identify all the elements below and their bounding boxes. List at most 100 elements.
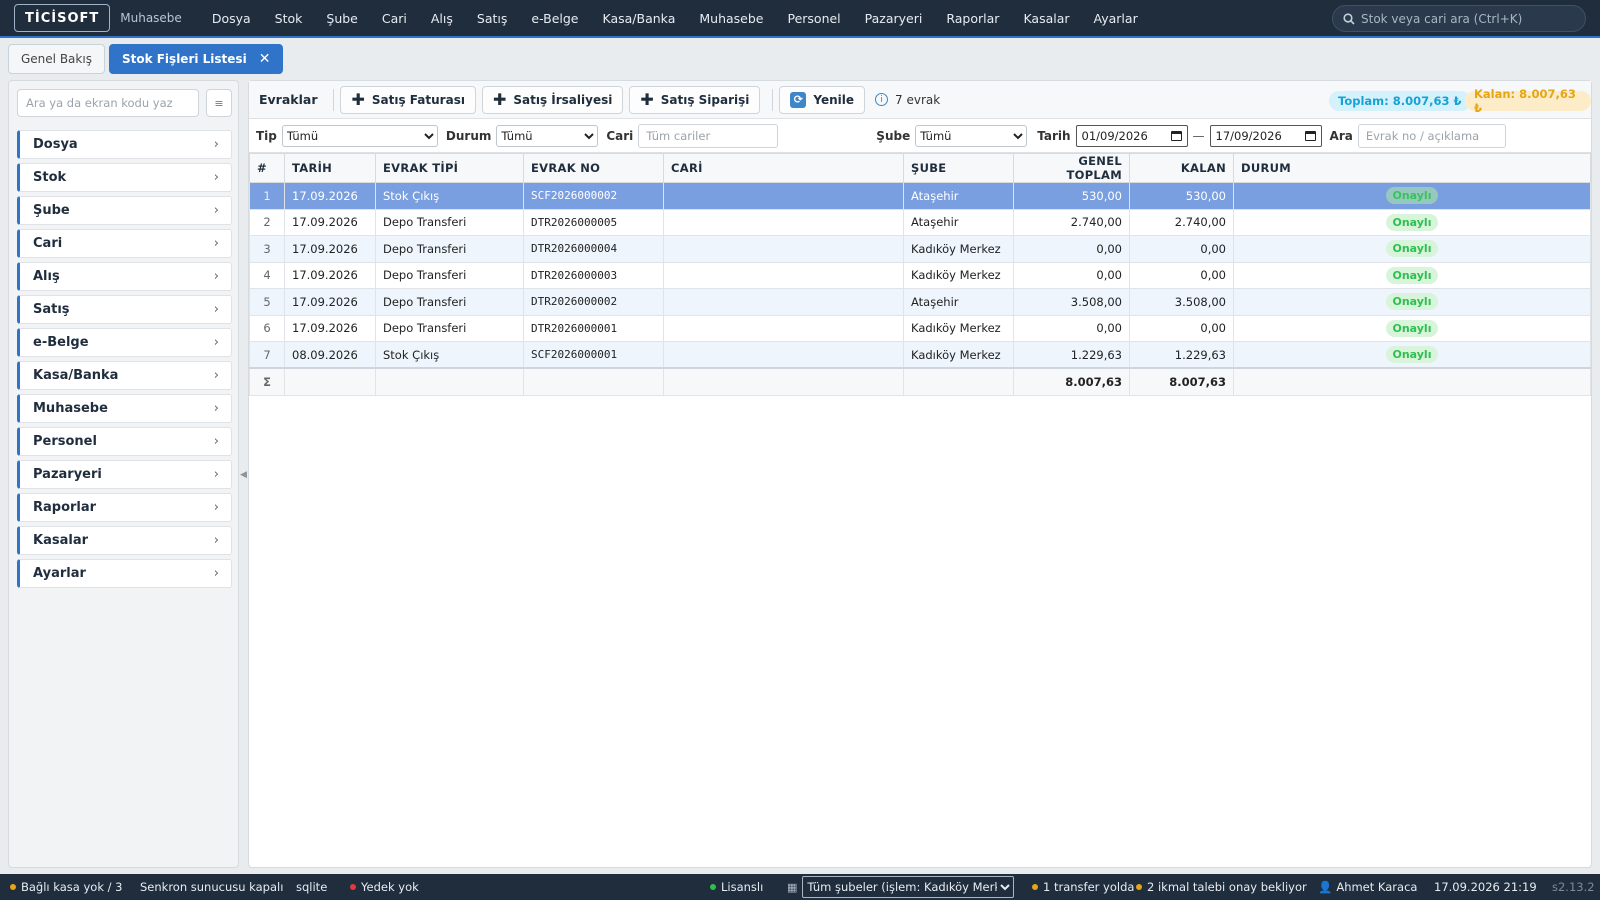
column-header[interactable]: EVRAK NO <box>523 153 664 183</box>
table-row[interactable]: 6 17.09.2026 Depo Transferi DTR202600000… <box>249 314 1591 342</box>
menu-raporlar[interactable]: Raporlar <box>934 11 1011 26</box>
menu-cari[interactable]: Cari <box>370 11 419 26</box>
sidebar-item-raporlar[interactable]: Raporlar › <box>17 493 232 522</box>
tab-genel-bakis[interactable]: Genel Bakış <box>8 44 105 74</box>
new-sales-waybill-button[interactable]: ✚ Satış İrsaliyesi <box>481 85 624 114</box>
menu-ayarlar[interactable]: Ayarlar <box>1082 11 1150 26</box>
global-search-input[interactable] <box>1361 11 1576 26</box>
menu-kasa-banka[interactable]: Kasa/Banka <box>591 11 688 26</box>
branch-filter-select[interactable]: Tümü <box>915 124 1028 147</box>
row-remaining: 3.508,00 <box>1129 288 1234 316</box>
menu-dosya[interactable]: Dosya <box>200 11 263 26</box>
row-date: 17.09.2026 <box>284 235 376 263</box>
filter-label-ara: Ara <box>1329 128 1353 143</box>
row-account <box>663 261 904 289</box>
chevron-right-icon: › <box>213 170 219 185</box>
sidebar-item-cari[interactable]: Cari › <box>17 229 232 258</box>
calendar-icon[interactable] <box>1170 130 1182 141</box>
calendar-icon[interactable] <box>1304 130 1316 141</box>
row-total: 0,00 <box>1013 261 1130 289</box>
new-sales-invoice-button[interactable]: ✚ Satış Faturası <box>340 85 476 114</box>
main-panel: Evraklar ✚ Satış Faturası ✚ Satış İrsaliye… <box>248 80 1592 868</box>
new-sales-order-button[interactable]: ✚ Satış Siparişi <box>629 85 761 114</box>
app-logo[interactable]: TİCİSOFT <box>14 4 111 32</box>
table-row[interactable]: 3 17.09.2026 Depo Transferi DTR202600000… <box>249 235 1591 263</box>
chevron-right-icon: › <box>213 434 219 449</box>
sidebar-item-alis[interactable]: Alış › <box>17 262 232 291</box>
row-branch: Kadıköy Merkez <box>903 261 1014 289</box>
column-header[interactable]: EVRAK TİPİ <box>375 153 524 183</box>
row-total: 3.508,00 <box>1013 288 1130 316</box>
filter-bar: Tip Tümü Durum Tümü Cari Şube Tümü Tarih… <box>249 119 1591 153</box>
menu-personel[interactable]: Personel <box>775 11 852 26</box>
column-header[interactable]: # <box>249 153 285 183</box>
status-user[interactable]: 👤 Ahmet Karaca <box>1318 880 1417 894</box>
column-header[interactable]: KALAN <box>1129 153 1234 183</box>
menu-ebelge[interactable]: e-Belge <box>519 11 590 26</box>
empty-cell <box>284 367 376 396</box>
column-header[interactable]: DURUM <box>1233 153 1591 183</box>
table-row[interactable]: 4 17.09.2026 Depo Transferi DTR202600000… <box>249 261 1591 289</box>
status-filter-select[interactable]: Tümü <box>496 124 599 147</box>
menu-stok[interactable]: Stok <box>263 11 315 26</box>
type-filter-select[interactable]: Tümü <box>281 124 438 147</box>
close-icon[interactable]: ✕ <box>259 51 271 67</box>
table-row[interactable]: 2 17.09.2026 Depo Transferi DTR202600000… <box>249 208 1591 236</box>
account-filter-input[interactable] <box>638 123 779 148</box>
row-account <box>663 314 904 342</box>
table-header-row: # TARİH EVRAK TİPİ EVRAK NO CARİ ŞUBE GE… <box>249 153 1591 183</box>
sidebar-item-personel[interactable]: Personel › <box>17 427 232 456</box>
table-row[interactable]: 1 17.09.2026 Stok Çıkış SCF2026000002 At… <box>249 182 1591 210</box>
status-dot-icon <box>710 884 716 890</box>
sidebar-item-kasa-banka[interactable]: Kasa/Banka › <box>17 361 232 390</box>
row-total: 1.229,63 <box>1013 341 1130 369</box>
sidebar-item-ayarlar[interactable]: Ayarlar › <box>17 559 232 588</box>
menu-satis[interactable]: Satış <box>465 11 519 26</box>
column-header[interactable]: ŞUBE <box>903 153 1014 183</box>
menu-kasalar[interactable]: Kasalar <box>1011 11 1081 26</box>
sidebar-item-ebelge[interactable]: e-Belge › <box>17 328 232 357</box>
sidebar-item-muhasebe[interactable]: Muhasebe › <box>17 394 232 423</box>
date-from-field[interactable]: 01/09/2026 <box>1075 124 1188 147</box>
row-date: 17.09.2026 <box>284 182 376 210</box>
sidebar-search-input[interactable] <box>17 89 199 117</box>
sidebar-item-label: Ayarlar <box>33 566 86 581</box>
chevron-right-icon: › <box>213 368 219 383</box>
sidebar-item-dosya[interactable]: Dosya › <box>17 130 232 159</box>
sidebar-item-satis[interactable]: Satış › <box>17 295 232 324</box>
sidebar-item-pazaryeri[interactable]: Pazaryeri › <box>17 460 232 489</box>
menu-alis[interactable]: Alış <box>419 11 465 26</box>
sidebar-list-button[interactable]: ≡ <box>206 89 232 117</box>
status-bar: Bağlı kasa yok / 3 Senkron sunucusu kapa… <box>0 874 1600 900</box>
table-row[interactable]: 5 17.09.2026 Depo Transferi DTR202600000… <box>249 288 1591 316</box>
document-search-input[interactable] <box>1357 123 1506 148</box>
sidebar-item-kasalar[interactable]: Kasalar › <box>17 526 232 555</box>
status-transfer[interactable]: 1 transfer yolda <box>1032 880 1134 894</box>
row-document-no: SCF2026000001 <box>523 341 664 369</box>
row-type: Depo Transferi <box>375 261 524 289</box>
sidebar-item-stok[interactable]: Stok › <box>17 163 232 192</box>
row-type: Depo Transferi <box>375 208 524 236</box>
tab-stok-fisleri[interactable]: Stok Fişleri Listesi ✕ <box>108 44 284 74</box>
plus-icon: ✚ <box>640 89 654 109</box>
sidebar-collapse-handle[interactable]: ◀ <box>240 470 247 480</box>
refresh-icon: ⟳ <box>790 91 807 108</box>
menu-muhasebe[interactable]: Muhasebe <box>687 11 775 26</box>
empty-cell <box>1233 367 1591 396</box>
status-badge: Onaylı <box>1385 187 1439 205</box>
menu-pazaryeri[interactable]: Pazaryeri <box>853 11 935 26</box>
column-header[interactable]: TARİH <box>284 153 376 183</box>
status-text: s2.13.2 <box>1552 880 1595 894</box>
sidebar-item-sube[interactable]: Şube › <box>17 196 232 225</box>
branch-select[interactable]: Tüm şubeler (işlem: Kadıköy Merkez) <box>802 876 1015 898</box>
row-total: 530,00 <box>1013 182 1130 210</box>
column-header[interactable]: CARİ <box>663 153 904 183</box>
date-to-field[interactable]: 17/09/2026 <box>1209 124 1322 147</box>
table-row[interactable]: 7 08.09.2026 Stok Çıkış SCF2026000001 Ka… <box>249 341 1591 369</box>
refresh-button[interactable]: ⟳ Yenile <box>779 85 866 114</box>
status-restock[interactable]: 2 ikmal talebi onay bekliyor <box>1136 880 1307 894</box>
toolbar: Evraklar ✚ Satış Faturası ✚ Satış İrsaliye… <box>249 81 1591 119</box>
menu-sube[interactable]: Şube <box>314 11 369 26</box>
column-header[interactable]: GENEL TOPLAM <box>1013 153 1130 183</box>
sidebar-item-label: Kasa/Banka <box>33 368 119 383</box>
